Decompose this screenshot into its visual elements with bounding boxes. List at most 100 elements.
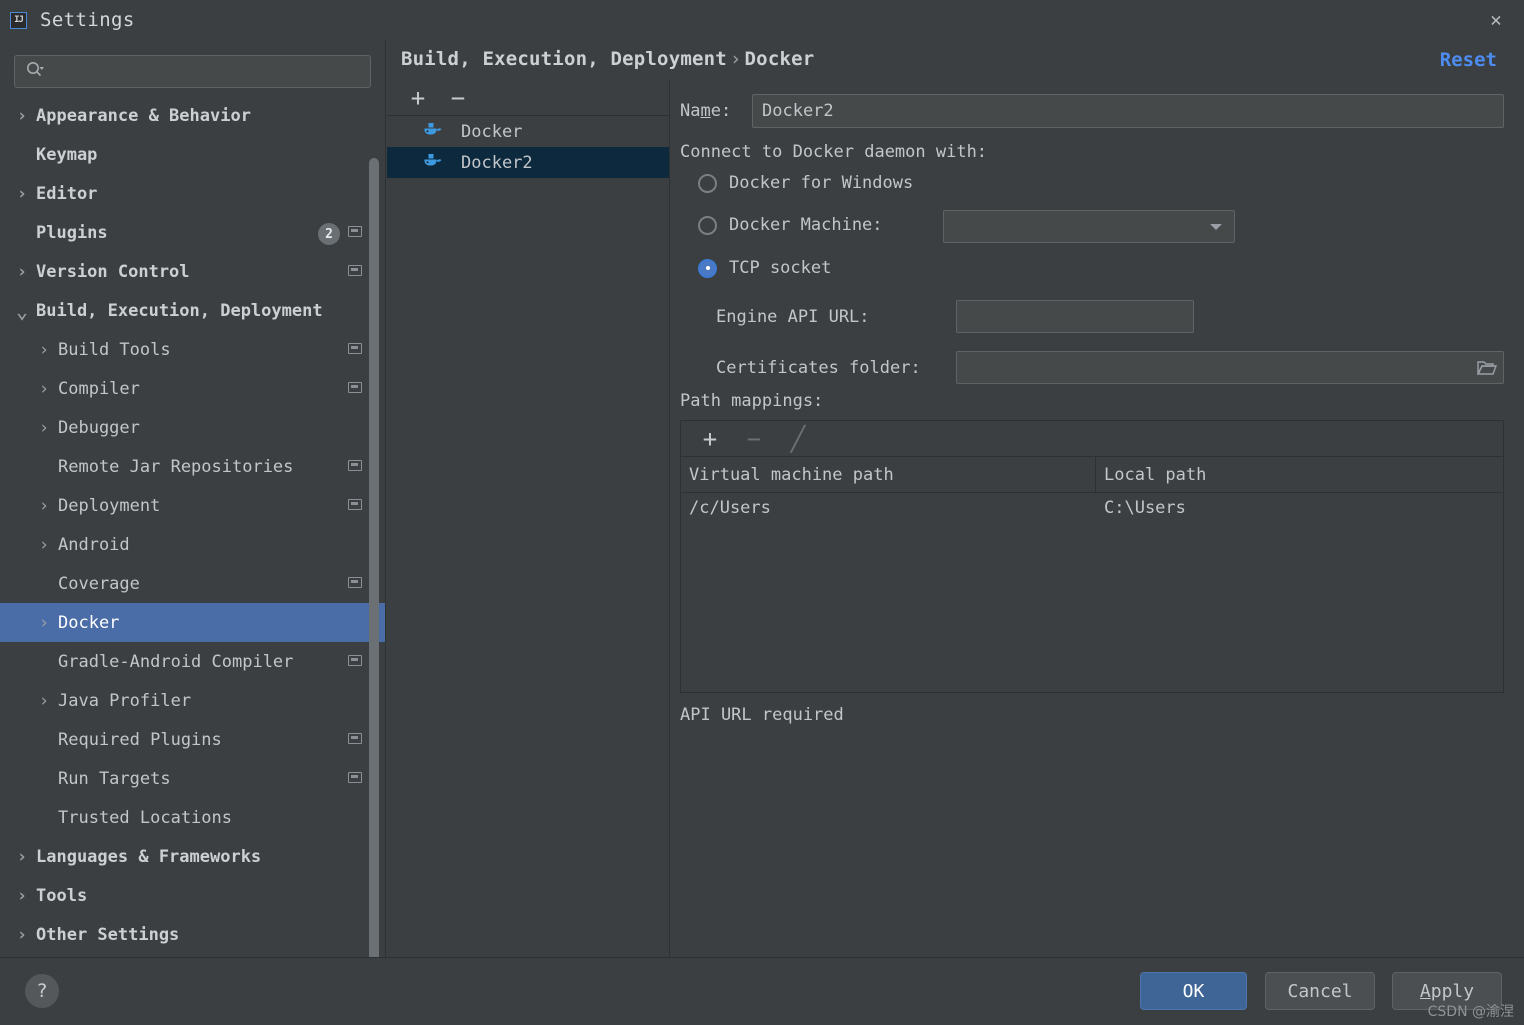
radio-docker-for-windows-indicator[interactable] [698, 173, 717, 193]
reset-link[interactable]: Reset [1440, 49, 1497, 71]
sidebar-item-run-targets[interactable]: Run Targets [0, 759, 385, 798]
vm-path-cell[interactable]: /c/Users [681, 498, 1096, 518]
sidebar-item-label: Trusted Locations [58, 807, 232, 828]
sidebar-item-tools[interactable]: › Tools [0, 876, 385, 915]
sidebar-item-build-tools[interactable]: › Build Tools [0, 330, 385, 369]
sidebar-item-label: Android [58, 534, 130, 555]
add-docker-button[interactable]: + [405, 85, 431, 111]
sidebar-item-label: Build, Execution, Deployment [36, 300, 323, 321]
sidebar-item-label: Editor [36, 183, 98, 204]
certificates-folder-field[interactable] [956, 351, 1504, 384]
docker-machine-select[interactable] [943, 210, 1235, 243]
chevron-right-icon[interactable]: › [36, 613, 52, 633]
title-bar: IJ Settings ✕ [0, 0, 1524, 40]
sidebar-item-gradle-android-compiler[interactable]: Gradle-Android Compiler [0, 642, 385, 681]
sidebar-item-trusted-locations[interactable]: Trusted Locations [0, 798, 385, 837]
certificates-folder-input[interactable] [957, 357, 1471, 378]
sidebar-item-appearance-behavior[interactable]: › Appearance & Behavior [0, 96, 385, 135]
settings-tree: › Appearance & Behavior Keymap › Editor Plugi… [0, 96, 385, 957]
close-icon[interactable]: ✕ [1482, 6, 1510, 34]
docker-config-label: Docker [461, 121, 523, 142]
sidebar-item-coverage[interactable]: Coverage [0, 564, 385, 603]
sidebar-item-other-settings[interactable]: › Other Settings [0, 915, 385, 954]
sidebar-item-keymap[interactable]: Keymap [0, 135, 385, 174]
chevron-down-icon [1210, 223, 1222, 230]
settings-detail-pane: Build, Execution, Deployment › Docker Rese… [387, 40, 1524, 957]
chevron-right-icon[interactable]: › [36, 691, 52, 711]
sidebar-item-label: Coverage [58, 573, 140, 594]
sidebar-item-java-profiler[interactable]: › Java Profiler [0, 681, 385, 720]
certificates-folder-label: Certificates folder: [716, 357, 921, 378]
help-button[interactable]: ? [25, 974, 59, 1008]
chevron-right-icon[interactable]: › [36, 496, 52, 516]
add-mapping-button[interactable]: + [697, 426, 723, 452]
remove-docker-button[interactable]: − [445, 85, 471, 111]
name-input[interactable] [752, 94, 1504, 128]
sidebar-item-deployment[interactable]: › Deployment [0, 486, 385, 525]
chevron-right-icon[interactable]: › [14, 184, 30, 204]
sidebar-item-label: Build Tools [58, 339, 171, 360]
sidebar-item-remote-jar-repositories[interactable]: Remote Jar Repositories [0, 447, 385, 486]
docker-config-item[interactable]: Docker [387, 116, 669, 147]
path-mapping-row[interactable]: /c/Users C:\Users [681, 493, 1503, 523]
sidebar-item-label: Tools [36, 885, 88, 906]
radio-tcp-socket[interactable]: TCP socket [698, 258, 831, 278]
path-mappings-body: /c/Users C:\Users [681, 493, 1503, 523]
chevron-right-icon[interactable]: › [36, 340, 52, 360]
sidebar-item-editor[interactable]: › Editor [0, 174, 385, 213]
engine-api-url-input[interactable] [956, 300, 1194, 333]
search-box[interactable] [14, 55, 371, 88]
docker-config-item[interactable]: Docker2 [387, 147, 669, 178]
project-settings-icon [348, 460, 362, 471]
breadcrumb-separator-icon: › [729, 48, 742, 70]
sidebar-item-languages-frameworks[interactable]: › Languages & Frameworks [0, 837, 385, 876]
radio-docker-machine-indicator[interactable] [698, 215, 717, 235]
breadcrumb-root[interactable]: Build, Execution, Deployment [401, 48, 727, 70]
sidebar-item-label: Gradle-Android Compiler [58, 651, 294, 672]
path-mappings-header-row: Virtual machine path Local path [681, 457, 1503, 493]
chevron-right-icon[interactable]: › [14, 262, 30, 282]
sidebar-item-required-plugins[interactable]: Required Plugins [0, 720, 385, 759]
sidebar-item-docker[interactable]: › Docker [0, 603, 385, 642]
radio-docker-for-windows[interactable]: Docker for Windows [698, 173, 913, 193]
column-header-vm-path[interactable]: Virtual machine path [681, 457, 1096, 492]
apply-rest: pply [1430, 980, 1475, 1002]
project-settings-icon [348, 226, 362, 237]
local-path-cell[interactable]: C:\Users [1096, 498, 1503, 518]
radio-tcp-socket-indicator[interactable] [698, 258, 717, 278]
settings-sidebar: › Appearance & Behavior Keymap › Editor Plugi… [0, 40, 386, 957]
sidebar-item-android[interactable]: › Android [0, 525, 385, 564]
path-mappings-toolbar: + − ╱ [681, 421, 1503, 457]
sidebar-scrollbar-thumb[interactable] [369, 158, 379, 957]
sidebar-item-plugins[interactable]: Plugins 2 [0, 213, 385, 252]
chevron-right-icon[interactable]: › [36, 379, 52, 399]
chevron-right-icon[interactable]: › [36, 535, 52, 555]
window-title: Settings [40, 9, 135, 31]
docker-config-label: Docker2 [461, 152, 533, 173]
chevron-right-icon[interactable]: › [36, 418, 52, 438]
sidebar-item-build-execution-deployment[interactable]: ⌄ Build, Execution, Deployment [0, 291, 385, 330]
sidebar-item-badge: 2 [318, 223, 340, 245]
chevron-down-icon[interactable]: ⌄ [14, 301, 30, 321]
ok-button[interactable]: OK [1140, 972, 1247, 1010]
radio-docker-machine[interactable]: Docker Machine: [698, 215, 883, 235]
path-mappings-panel: + − ╱ Virtual machine path Local path /c… [680, 420, 1504, 693]
column-header-local-path[interactable]: Local path [1096, 457, 1503, 492]
engine-api-url-row: Engine API URL: [716, 300, 1194, 333]
sidebar-item-version-control[interactable]: › Version Control [0, 252, 385, 291]
cancel-button[interactable]: Cancel [1265, 972, 1375, 1010]
intellij-logo-icon: IJ [10, 11, 27, 29]
sidebar-item-debugger[interactable]: › Debugger [0, 408, 385, 447]
project-settings-icon [348, 343, 362, 354]
chevron-right-icon[interactable]: › [14, 106, 30, 126]
folder-icon[interactable] [1471, 352, 1503, 383]
sidebar-item-label: Other Settings [36, 924, 180, 945]
chevron-right-icon[interactable]: › [14, 925, 30, 945]
search-input[interactable] [45, 62, 370, 81]
sidebar-scrollbar-track[interactable] [369, 96, 382, 957]
sidebar-item-label: Keymap [36, 144, 98, 165]
chevron-right-icon[interactable]: › [14, 886, 30, 906]
sidebar-item-compiler[interactable]: › Compiler [0, 369, 385, 408]
chevron-right-icon[interactable]: › [14, 847, 30, 867]
